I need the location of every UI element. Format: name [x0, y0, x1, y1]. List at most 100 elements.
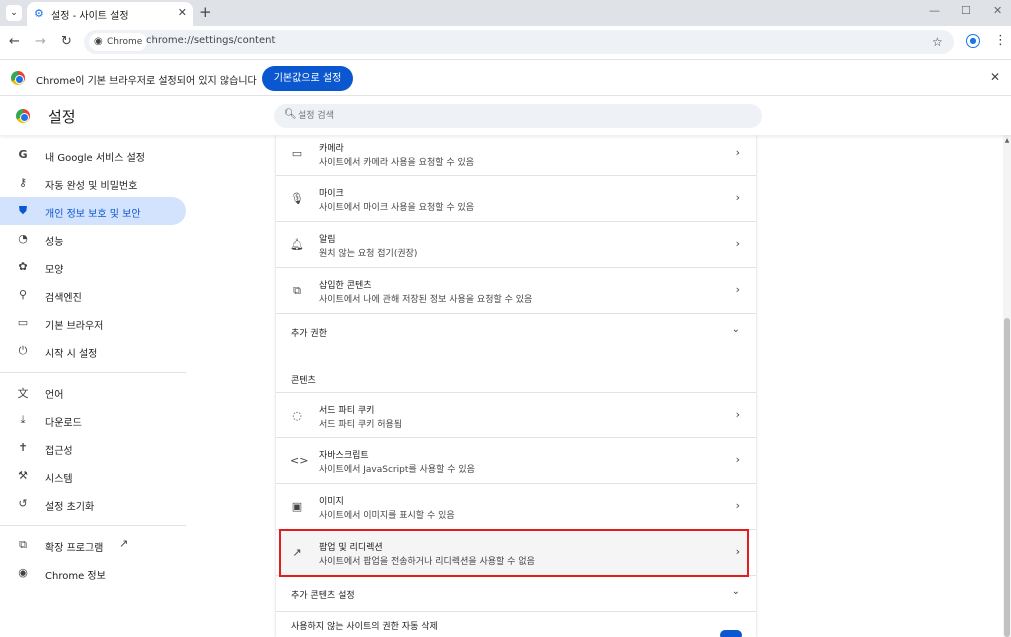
shield-icon: ⛊: [18, 204, 28, 217]
row-title: 팝업 및 리디렉션: [319, 543, 383, 553]
page-scrollbar[interactable]: ▲: [1003, 135, 1011, 637]
additional-content-label: 추가 콘텐츠 설정: [291, 591, 355, 601]
wrench-icon: ⚒: [18, 469, 28, 482]
new-tab-icon[interactable]: +: [199, 3, 212, 21]
back-icon[interactable]: ←: [9, 34, 20, 49]
set-default-button[interactable]: 기본값으로 설정: [262, 66, 353, 91]
forward-icon[interactable]: →: [35, 34, 46, 49]
sidebar-item-languages[interactable]: 文 언어: [0, 378, 186, 406]
content-row-images[interactable]: ▣ 이미지 사이트에서 이미지를 표시할 수 있음 ›: [276, 484, 756, 530]
mic-icon: 🎙︎: [290, 192, 304, 205]
row-subtitle: 사이트에서 카메라 사용을 요청할 수 있음: [319, 158, 475, 168]
search-icon: 🔍︎: [284, 109, 297, 120]
settings-header: 설정 🔍︎: [0, 97, 1011, 135]
bookmark-star-icon[interactable]: ☆: [932, 35, 943, 49]
site-info-chip[interactable]: ◉ Chrome: [89, 33, 148, 51]
content-row-javascript[interactable]: <> 자바스크립트 사이트에서 JavaScript를 사용할 수 있음 ›: [276, 438, 756, 484]
additional-permissions-toggle[interactable]: 추가 권한 ⌄: [276, 314, 756, 350]
sidebar-item-performance[interactable]: ◔ 성능: [0, 225, 186, 253]
tab-title: 설정 - 사이트 설정: [51, 11, 129, 22]
more-menu-icon[interactable]: ⋮: [994, 33, 1007, 48]
popup-icon: ↗: [292, 546, 302, 559]
sidebar-item-on-startup[interactable]: ⏻ 시작 시 설정: [0, 337, 186, 365]
cookie-icon: ◌: [292, 409, 302, 422]
sidebar-item-label: 접근성: [45, 446, 73, 457]
sidebar-item-autofill[interactable]: ⚷ 자동 완성 및 비밀번호: [0, 169, 186, 197]
content-row-third-party-cookies[interactable]: ◌ 서드 파티 쿠키 서드 파티 쿠키 허용됨 ›: [276, 392, 756, 438]
tab-settings[interactable]: ⚙ 설정 - 사이트 설정 ✕: [27, 2, 193, 26]
row-title: 알림: [319, 235, 336, 245]
scroll-up-icon[interactable]: ▲: [1003, 137, 1011, 144]
row-title: 이미지: [319, 497, 344, 507]
search-input[interactable]: [298, 108, 738, 124]
sidebar-item-privacy[interactable]: ⛊ 개인 정보 보호 및 보안: [0, 197, 186, 225]
row-title: 삽입한 콘텐츠: [319, 281, 372, 291]
external-link-icon: ↗: [119, 537, 129, 550]
window-close-icon[interactable]: ✕: [993, 4, 1002, 17]
sidebar-item-search-engine[interactable]: ⚲ 검색엔진: [0, 281, 186, 309]
additional-content-settings-toggle[interactable]: 추가 콘텐츠 설정 ⌄: [276, 576, 756, 612]
sidebar-item-accessibility[interactable]: ✝ 접근성: [0, 434, 186, 462]
permission-row-camera[interactable]: ▭ 카메라 사이트에서 카메라 사용을 요청할 수 있음 ›: [276, 135, 756, 176]
additional-permissions-label: 추가 권한: [291, 329, 327, 339]
permission-row-embedded-content[interactable]: ⧉ 삽입한 콘텐츠 사이트에서 나에 관해 저장된 정보 사용을 요청할 수 있…: [276, 268, 756, 314]
row-title: 마이크: [319, 189, 344, 199]
row-title: 자바스크립트: [319, 451, 369, 461]
default-browser-infobar: Chrome이 기본 브라우저로 설정되어 있지 않습니다 기본값으로 설정 ✕: [0, 59, 1011, 96]
chevron-right-icon: ›: [735, 545, 740, 558]
content-row-popups[interactable]: ↗ 팝업 및 리디렉션 사이트에서 팝업을 전송하거나 리디렉션을 사용할 수 …: [276, 530, 756, 576]
sidebar-item-downloads[interactable]: ⤓ 다운로드: [0, 406, 186, 434]
reset-icon: ↺: [18, 497, 28, 510]
settings-search[interactable]: 🔍︎: [274, 104, 762, 128]
reload-icon[interactable]: ↻: [61, 34, 72, 49]
tab-strip: ⌄ ⚙ 설정 - 사이트 설정 ✕ + — ☐ ✕: [0, 0, 1011, 26]
sidebar-item-label: 개인 정보 보호 및 보안: [45, 209, 141, 220]
chevron-right-icon: ›: [735, 237, 740, 250]
maximize-icon[interactable]: ☐: [961, 4, 971, 17]
download-icon: ⤓: [20, 413, 26, 426]
chevron-right-icon: ›: [735, 453, 740, 466]
page-title: 설정: [48, 108, 76, 126]
power-icon: ⏻: [18, 344, 28, 357]
minimize-icon[interactable]: —: [929, 4, 940, 17]
tab-search-icon[interactable]: ⌄: [6, 5, 22, 21]
chevron-down-icon: ⌄: [731, 586, 740, 597]
embedded-content-icon: ⧉: [293, 284, 301, 297]
row-subtitle: 사이트에서 JavaScript를 사용할 수 있음: [319, 465, 475, 475]
permission-row-notifications[interactable]: 🔔︎ 알림 원치 않는 요청 접기(권장) ›: [276, 222, 756, 268]
row-title: 서드 파티 쿠키: [319, 406, 375, 416]
chrome-icon: ◉: [18, 566, 28, 579]
bell-icon: 🔔︎: [290, 238, 304, 251]
chevron-right-icon: ›: [735, 283, 740, 296]
sidebar-item-label: 자동 완성 및 비밀번호: [45, 181, 138, 192]
sidebar-item-google-services[interactable]: G 내 Google 서비스 설정: [0, 141, 186, 169]
sidebar-item-system[interactable]: ⚒ 시스템: [0, 462, 186, 490]
chevron-right-icon: ›: [735, 408, 740, 421]
row-subtitle: 사이트에서 팝업을 전송하거나 리디렉션을 사용할 수 없음: [319, 557, 535, 567]
sidebar-item-default-browser[interactable]: ▭ 기본 브라우저: [0, 309, 186, 337]
sidebar-divider: [0, 525, 186, 526]
sidebar-item-extensions[interactable]: ⧉ 확장 프로그램 ↗: [0, 531, 186, 559]
sidebar-item-label: 기본 브라우저: [45, 321, 104, 332]
puzzle-icon: ⧉: [19, 538, 27, 551]
sidebar-item-appearance[interactable]: ✿ 모양: [0, 253, 186, 281]
row-subtitle: 사이트에서 나에 관해 저장된 정보 사용을 요청할 수 있음: [319, 295, 533, 305]
row-subtitle: 원치 않는 요청 접기(권장): [319, 249, 418, 259]
address-bar[interactable]: ◉ Chrome chrome://settings/content: [84, 30, 954, 54]
profile-icon[interactable]: ●: [966, 34, 980, 48]
row-subtitle: 서드 파티 쿠키 허용됨: [319, 420, 403, 430]
sidebar-item-about-chrome[interactable]: ◉ Chrome 정보: [0, 559, 186, 587]
auto-revoke-permissions-row[interactable]: 사용하지 않는 사이트의 권한 자동 삭제: [276, 612, 756, 637]
auto-revoke-toggle[interactable]: [720, 630, 742, 637]
url-text[interactable]: chrome://settings/content: [146, 35, 275, 46]
sidebar-item-label: 시스템: [45, 474, 73, 485]
infobar-close-icon[interactable]: ✕: [990, 70, 1000, 84]
accessibility-icon: ✝: [18, 441, 28, 454]
search-icon: ⚲: [18, 288, 28, 301]
row-subtitle: 사이트에서 이미지를 표시할 수 있음: [319, 511, 455, 521]
scroll-thumb[interactable]: [1004, 318, 1010, 637]
permission-row-microphone[interactable]: 🎙︎ 마이크 사이트에서 마이크 사용을 요청할 수 있음 ›: [276, 176, 756, 222]
content-section-heading: 콘텐츠: [291, 376, 316, 386]
tab-close-icon[interactable]: ✕: [178, 6, 187, 19]
sidebar-item-reset[interactable]: ↺ 설정 초기화: [0, 490, 186, 518]
